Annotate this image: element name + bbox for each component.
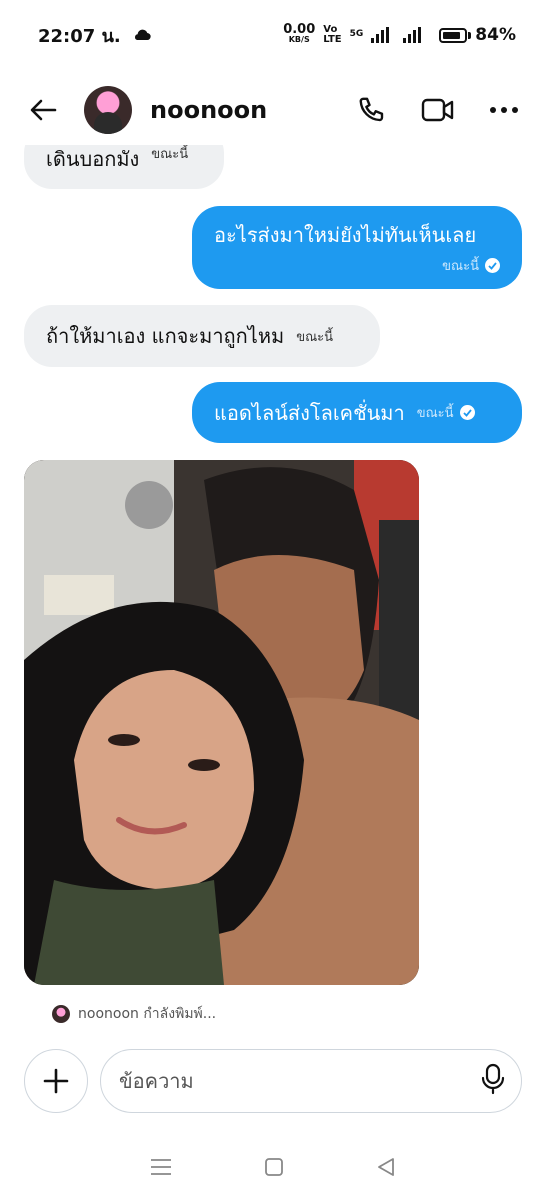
sent-check-icon [459, 405, 475, 420]
typing-text: noonoon กำลังพิมพ์... [78, 1006, 217, 1022]
battery-fill [443, 31, 461, 39]
back-nav-icon[interactable] [376, 1157, 396, 1177]
volte-bottom: LTE [323, 34, 342, 45]
net-speed-unit: KB/S [288, 35, 310, 44]
cloud-icon [133, 25, 151, 46]
message-bubble-incoming[interactable]: ถ้าให้มาเอง แกจะมาถูกไหม ขณะนี้ [24, 305, 380, 367]
video-icon [421, 98, 454, 122]
status-left: 22:07 น. [38, 21, 151, 50]
battery-percent: 84% [475, 25, 516, 45]
status-right: 0.00 KB/S Vo LTE 5G 84% [283, 22, 516, 45]
message-text: แอดไลน์ส่งโลเคชั่นมา [214, 400, 405, 425]
message-bubble-outgoing[interactable]: อะไรส่งมาใหม่ยังไม่ทันเห็นเลย ขณะนี้ [192, 206, 522, 289]
more-options-button[interactable] [484, 90, 524, 130]
photo-message[interactable] [24, 460, 419, 985]
system-navigation-bar [0, 1145, 546, 1189]
status-time: 22:07 น. [38, 25, 121, 47]
signal-icon-2 [403, 27, 422, 43]
volte-badge: Vo LTE [323, 25, 341, 45]
message-composer: ข้อความ [24, 1048, 522, 1114]
home-icon[interactable] [264, 1157, 284, 1177]
back-button[interactable] [22, 89, 64, 131]
message-text: ถ้าให้มาเอง แกจะมาถูกไหม [46, 324, 285, 348]
message-bubble-incoming[interactable]: เดินบอกมัง ขณะนี้ [24, 145, 224, 189]
message-input[interactable]: ข้อความ [100, 1049, 522, 1113]
message-time: ขณะนี้ [296, 329, 334, 345]
add-attachment-button[interactable] [24, 1049, 88, 1113]
status-bar: 22:07 น. 0.00 KB/S Vo LTE 5G 84% [0, 0, 546, 70]
microphone-button[interactable] [481, 1063, 505, 1100]
message-meta: ขณะนี้ [442, 255, 500, 276]
contact-avatar[interactable] [84, 86, 132, 134]
back-arrow-icon [30, 99, 57, 121]
microphone-icon [481, 1063, 505, 1094]
video-call-button[interactable] [418, 90, 458, 130]
signal-icon-1 [371, 27, 390, 43]
more-icon [490, 107, 518, 113]
message-text: อะไรส่งมาใหม่ยังไม่ทันเห็นเลย [214, 223, 477, 247]
battery-icon [439, 27, 468, 43]
network-type: 5G [349, 29, 364, 39]
battery-tip [468, 31, 472, 39]
message-input-placeholder: ข้อความ [119, 1069, 194, 1093]
photo-image [24, 460, 419, 985]
message-time: ขณะนี้ [416, 406, 454, 421]
message-time: ขณะนี้ [442, 259, 479, 274]
recent-apps-icon[interactable] [150, 1158, 172, 1176]
typing-avatar [52, 1005, 70, 1023]
message-text: เดินบอกมัง [46, 147, 140, 171]
net-speed: 0.00 KB/S [283, 22, 316, 45]
contact-name[interactable]: noonoon [150, 96, 326, 124]
message-time: ขณะนี้ [151, 147, 189, 162]
chat-header: noonoon [0, 75, 546, 145]
message-list[interactable]: เดินบอกมัง ขณะนี้ อะไรส่งมาใหม่ยังไม่ทัน… [0, 145, 546, 1025]
sent-check-icon [485, 258, 500, 273]
message-bubble-outgoing[interactable]: แอดไลน์ส่งโลเคชั่นมา ขณะนี้ [192, 382, 522, 443]
call-button[interactable] [352, 90, 392, 130]
typing-indicator: noonoon กำลังพิมพ์... [52, 1003, 216, 1025]
phone-icon [359, 97, 384, 122]
net-speed-value: 0.00 [283, 22, 316, 37]
plus-icon [43, 1068, 69, 1094]
battery-indicator: 84% [439, 25, 516, 45]
